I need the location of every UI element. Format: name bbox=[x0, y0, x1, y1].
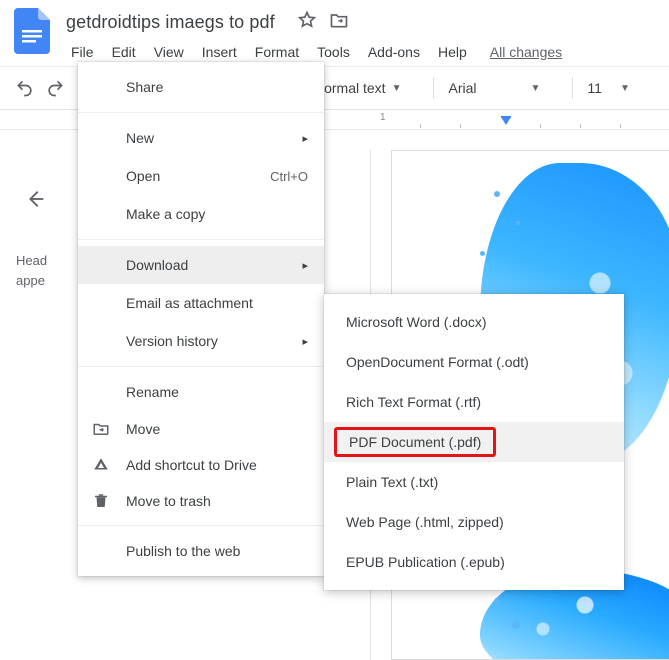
redo-button[interactable] bbox=[44, 78, 66, 98]
paragraph-style-select[interactable]: Normal text ▼ bbox=[314, 80, 401, 96]
download-submenu: Microsoft Word (.docx) OpenDocument Form… bbox=[324, 294, 624, 590]
submenu-arrow-icon: ▸ bbox=[302, 132, 308, 145]
menu-label: Rename bbox=[126, 384, 308, 400]
menu-label: Version history bbox=[126, 333, 292, 349]
menu-insert[interactable]: Insert bbox=[193, 41, 246, 63]
chevron-down-icon: ▼ bbox=[392, 83, 402, 94]
outline-placeholder: Head appe bbox=[16, 251, 82, 291]
file-publish[interactable]: Publish to the web bbox=[78, 532, 324, 570]
menu-label: Make a copy bbox=[126, 206, 308, 222]
file-new[interactable]: New ▸ bbox=[78, 119, 324, 157]
menu-addons[interactable]: Add-ons bbox=[359, 41, 429, 63]
font-size-label: 11 bbox=[587, 80, 602, 96]
download-odt[interactable]: OpenDocument Format (.odt) bbox=[324, 342, 624, 382]
file-move[interactable]: Move bbox=[78, 411, 324, 447]
submenu-label: PDF Document (.pdf) bbox=[334, 427, 496, 457]
toolbar-divider bbox=[433, 77, 434, 99]
submenu-label: OpenDocument Format (.odt) bbox=[346, 354, 529, 370]
font-family-select[interactable]: Arial ▼ bbox=[448, 80, 540, 96]
app-header: getdroidtips imaegs to pdf File Edit Vi bbox=[0, 0, 669, 66]
file-open[interactable]: Open Ctrl+O bbox=[78, 157, 324, 195]
file-dropdown-menu: Share New ▸ Open Ctrl+O Make a copy Down… bbox=[78, 62, 324, 576]
menu-separator bbox=[78, 112, 324, 113]
menu-view[interactable]: View bbox=[145, 41, 193, 63]
outline-back-button[interactable] bbox=[24, 188, 82, 213]
menu-tools[interactable]: Tools bbox=[308, 41, 359, 63]
file-download[interactable]: Download ▸ bbox=[78, 246, 324, 284]
submenu-label: Microsoft Word (.docx) bbox=[346, 314, 487, 330]
indent-marker-icon[interactable] bbox=[500, 116, 512, 126]
menu-format[interactable]: Format bbox=[246, 41, 308, 63]
ruler-mark: 1 bbox=[380, 112, 386, 123]
undo-button[interactable] bbox=[14, 78, 36, 98]
submenu-label: Rich Text Format (.rtf) bbox=[346, 394, 481, 410]
font-family-label: Arial bbox=[448, 80, 476, 96]
menu-shortcut: Ctrl+O bbox=[270, 169, 308, 184]
menu-separator bbox=[78, 366, 324, 367]
menu-file[interactable]: File bbox=[62, 41, 103, 63]
menu-help[interactable]: Help bbox=[429, 41, 476, 63]
submenu-label: Plain Text (.txt) bbox=[346, 474, 438, 490]
download-rtf[interactable]: Rich Text Format (.rtf) bbox=[324, 382, 624, 422]
paragraph-style-label: Normal text bbox=[314, 80, 386, 96]
submenu-label: EPUB Publication (.epub) bbox=[346, 554, 505, 570]
submenu-label: Web Page (.html, zipped) bbox=[346, 514, 504, 530]
menu-separator bbox=[78, 239, 324, 240]
toolbar-divider bbox=[572, 77, 573, 99]
menu-label: Add shortcut to Drive bbox=[126, 457, 308, 473]
submenu-arrow-icon: ▸ bbox=[302, 259, 308, 272]
file-make-copy[interactable]: Make a copy bbox=[78, 195, 324, 233]
file-version-history[interactable]: Version history ▸ bbox=[78, 322, 324, 360]
download-docx[interactable]: Microsoft Word (.docx) bbox=[324, 302, 624, 342]
chevron-down-icon: ▼ bbox=[531, 83, 541, 94]
submenu-arrow-icon: ▸ bbox=[302, 335, 308, 348]
file-add-shortcut[interactable]: Add shortcut to Drive bbox=[78, 447, 324, 483]
font-size-select[interactable]: 11 ▼ bbox=[587, 80, 629, 96]
file-share[interactable]: Share bbox=[78, 68, 324, 106]
menu-label: Move to trash bbox=[126, 493, 308, 509]
menu-label: Share bbox=[126, 79, 308, 95]
file-email-attachment[interactable]: Email as attachment bbox=[78, 284, 324, 322]
menu-label: Move bbox=[126, 421, 308, 437]
menu-label: Download bbox=[126, 257, 292, 273]
all-changes-link[interactable]: All changes bbox=[486, 41, 566, 63]
document-title[interactable]: getdroidtips imaegs to pdf bbox=[62, 10, 279, 35]
menu-label: New bbox=[126, 130, 292, 146]
move-icon bbox=[92, 420, 110, 438]
menu-separator bbox=[78, 525, 324, 526]
chevron-down-icon: ▼ bbox=[620, 83, 630, 94]
menu-label: Open bbox=[126, 168, 270, 184]
move-folder-icon[interactable] bbox=[329, 10, 349, 35]
download-epub[interactable]: EPUB Publication (.epub) bbox=[324, 542, 624, 582]
menu-edit[interactable]: Edit bbox=[103, 41, 145, 63]
menu-label: Publish to the web bbox=[126, 543, 308, 559]
file-rename[interactable]: Rename bbox=[78, 373, 324, 411]
file-move-to-trash[interactable]: Move to trash bbox=[78, 483, 324, 519]
download-html[interactable]: Web Page (.html, zipped) bbox=[324, 502, 624, 542]
trash-icon bbox=[92, 492, 110, 510]
download-txt[interactable]: Plain Text (.txt) bbox=[324, 462, 624, 502]
star-icon[interactable] bbox=[297, 10, 317, 35]
menu-label: Email as attachment bbox=[126, 295, 308, 311]
drive-shortcut-icon bbox=[92, 456, 110, 474]
docs-app-icon[interactable] bbox=[12, 6, 52, 56]
download-pdf[interactable]: PDF Document (.pdf) bbox=[324, 422, 624, 462]
